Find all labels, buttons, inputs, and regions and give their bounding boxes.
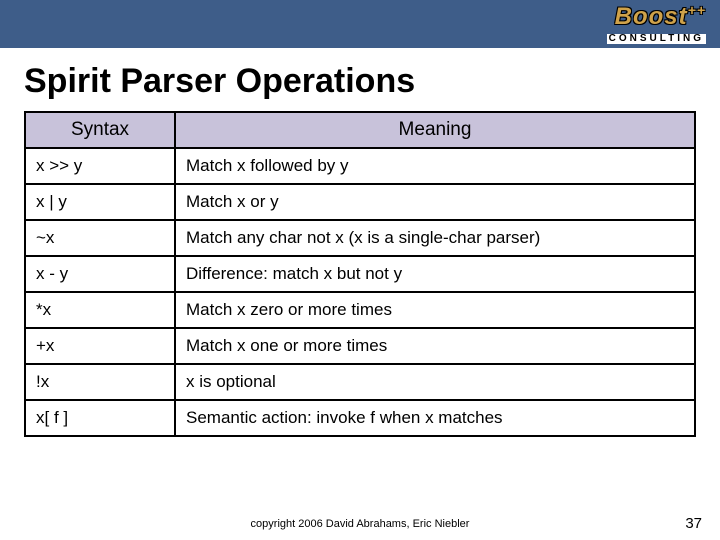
cell-syntax: +x (25, 328, 175, 364)
table-row: x - yDifference: match x but not y (25, 256, 695, 292)
page-title: Spirit Parser Operations (24, 62, 720, 101)
table-row: x[ f ]Semantic action: invoke f when x m… (25, 400, 695, 436)
cell-meaning: Match any char not x (x is a single-char… (175, 220, 695, 256)
page-number: 37 (685, 515, 702, 532)
col-header-syntax: Syntax (25, 112, 175, 148)
cell-syntax: x[ f ] (25, 400, 175, 436)
footer-copyright: copyright 2006 David Abrahams, Eric Nieb… (0, 518, 720, 530)
logo: Boost++ CONSULTING (607, 3, 706, 45)
cell-meaning: Match x followed by y (175, 148, 695, 184)
cell-meaning: Difference: match x but not y (175, 256, 695, 292)
top-bar: Boost++ CONSULTING (0, 0, 720, 48)
cell-syntax: x >> y (25, 148, 175, 184)
cell-syntax: x - y (25, 256, 175, 292)
logo-subtitle: CONSULTING (607, 34, 706, 44)
table-row: ~xMatch any char not x (x is a single-ch… (25, 220, 695, 256)
table-header-row: Syntax Meaning (25, 112, 695, 148)
table-row: !xx is optional (25, 364, 695, 400)
cell-meaning: Match x or y (175, 184, 695, 220)
cell-meaning: Match x zero or more times (175, 292, 695, 328)
cell-meaning: Semantic action: invoke f when x matches (175, 400, 695, 436)
table-row: +xMatch x one or more times (25, 328, 695, 364)
table-row: x | yMatch x or y (25, 184, 695, 220)
cell-syntax: *x (25, 292, 175, 328)
table-row: x >> yMatch x followed by y (25, 148, 695, 184)
cell-syntax: x | y (25, 184, 175, 220)
cell-syntax: !x (25, 364, 175, 400)
table-row: *xMatch x zero or more times (25, 292, 695, 328)
logo-brand-sup: ++ (688, 3, 706, 30)
operations-table: Syntax Meaning x >> yMatch x followed by… (24, 111, 696, 437)
logo-brand: Boost (615, 3, 688, 30)
cell-syntax: ~x (25, 220, 175, 256)
cell-meaning: Match x one or more times (175, 328, 695, 364)
col-header-meaning: Meaning (175, 112, 695, 148)
cell-meaning: x is optional (175, 364, 695, 400)
